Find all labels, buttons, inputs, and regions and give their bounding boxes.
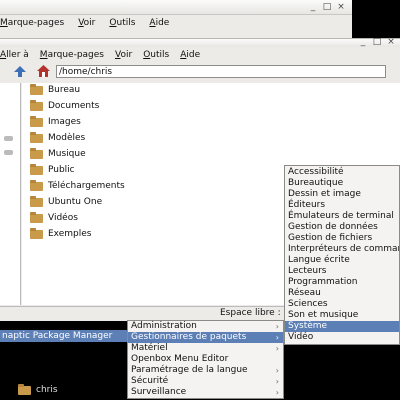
menu-item-programmation[interactable]: Programmation <box>285 277 399 288</box>
up-arrow-icon[interactable] <box>14 66 26 77</box>
menu-outils[interactable]: Outils <box>109 18 135 28</box>
taskbar-label: naptic Package Manager <box>2 331 113 341</box>
menu-voir[interactable]: Voir <box>78 18 95 28</box>
menu-aide[interactable]: Aide <box>149 18 169 28</box>
menu-aide[interactable]: Aide <box>180 50 200 60</box>
categories-menu: Accessibilité Bureautique Dessin et imag… <box>284 165 400 345</box>
menu-item-son-musique[interactable]: Son et musique <box>285 310 399 321</box>
eject-icon[interactable] <box>4 150 13 155</box>
background-window-titlebar: _ □ × <box>0 0 352 15</box>
desktop-folder[interactable]: chris <box>18 383 58 395</box>
folder-icon <box>30 83 43 95</box>
close-icon[interactable]: × <box>386 37 396 47</box>
taskbar-item[interactable]: naptic Package Manager <box>0 330 130 342</box>
menu-item-systeme[interactable]: Système <box>285 321 399 332</box>
menubar: Aller à Marque-pages Voir Outils Aide <box>0 47 200 62</box>
menu-item-surveillance[interactable]: Surveillance › <box>128 387 283 398</box>
menu-item-bureautique[interactable]: Bureautique <box>285 178 399 189</box>
chevron-right-icon: › <box>275 333 279 342</box>
folder-icon <box>30 147 43 159</box>
menu-item-interpreteurs[interactable]: Interpréteurs de commandes <box>285 244 399 255</box>
chevron-right-icon: › <box>275 388 279 397</box>
menu-item-openbox-menu-editor[interactable]: Openbox Menu Editor <box>128 354 283 365</box>
chevron-right-icon: › <box>275 344 279 353</box>
side-pane <box>0 83 21 305</box>
menu-outils[interactable]: Outils <box>143 50 169 60</box>
minimize-icon[interactable]: _ <box>308 2 318 12</box>
folder-icon <box>30 227 43 239</box>
home-icon[interactable] <box>37 65 50 77</box>
folder-icon <box>30 99 43 111</box>
menu-marque-pages[interactable]: Marque-pages <box>0 18 64 28</box>
menu-item-reseau[interactable]: Réseau <box>285 288 399 299</box>
close-icon[interactable]: × <box>336 2 346 12</box>
list-item[interactable]: Images <box>30 115 81 128</box>
list-item[interactable]: Téléchargements <box>30 179 125 192</box>
menu-aller-a[interactable]: Aller à <box>0 50 29 60</box>
folder-icon <box>30 115 43 127</box>
menu-item-sciences[interactable]: Sciences <box>285 299 399 310</box>
menu-item-dessin-image[interactable]: Dessin et image <box>285 189 399 200</box>
location-path[interactable]: /home/chris <box>59 67 112 77</box>
folder-icon <box>30 179 43 191</box>
menu-item-langue-ecrite[interactable]: Langue écrite <box>285 255 399 266</box>
chevron-right-icon: › <box>275 322 279 331</box>
minimize-icon[interactable]: _ <box>358 37 368 47</box>
menu-item-emulateurs-terminal[interactable]: Émulateurs de terminal <box>285 211 399 222</box>
desktop-folder-label: chris <box>36 385 58 395</box>
toolbar: /home/chris <box>0 63 400 81</box>
maximize-icon[interactable]: □ <box>372 37 382 47</box>
free-space-label: Espace libre : <box>220 308 281 318</box>
menu-item-editeurs[interactable]: Éditeurs <box>285 200 399 211</box>
menu-item-gestionnaires-de-paquets[interactable]: Gestionnaires de paquets › <box>128 332 283 343</box>
applications-menu: Administration › Gestionnaires de paquets… <box>127 320 284 399</box>
menu-item-materiel[interactable]: Matériel › <box>128 343 283 354</box>
menu-item-accessibilite[interactable]: Accessibilité <box>285 167 399 178</box>
list-item[interactable]: Exemples <box>30 227 91 240</box>
eject-icon[interactable] <box>4 136 13 141</box>
menu-item-lecteurs[interactable]: Lecteurs <box>285 266 399 277</box>
folder-icon <box>18 383 31 395</box>
maximize-icon[interactable]: □ <box>322 2 332 12</box>
folder-icon <box>30 163 43 175</box>
list-item[interactable]: Ubuntu One <box>30 195 102 208</box>
menu-marque-pages[interactable]: Marque-pages <box>40 50 104 60</box>
menu-item-video[interactable]: Vidéo <box>285 332 399 343</box>
list-item[interactable]: Modèles <box>30 131 85 144</box>
menu-voir[interactable]: Voir <box>115 50 132 60</box>
menu-item-securite[interactable]: Sécurité › <box>128 376 283 387</box>
list-item[interactable]: Vidéos <box>30 211 78 224</box>
menu-item-gestion-fichiers[interactable]: Gestion de fichiers <box>285 233 399 244</box>
chevron-right-icon: › <box>275 377 279 386</box>
list-item[interactable]: Public <box>30 163 75 176</box>
list-item[interactable]: Musique <box>30 147 86 160</box>
window-titlebar: _ □ × <box>0 37 400 47</box>
folder-icon <box>30 131 43 143</box>
background-menubar: Marque-pages Voir Outils Aide <box>0 15 169 31</box>
list-item[interactable]: Documents <box>30 99 99 112</box>
menu-item-administration[interactable]: Administration › <box>128 321 283 332</box>
list-item[interactable]: Bureau <box>30 83 80 96</box>
background-window: _ □ × Marque-pages Voir Outils Aide <box>0 0 352 41</box>
folder-icon <box>30 195 43 207</box>
menu-item-parametrage-langue[interactable]: Paramétrage de la langue › <box>128 365 283 376</box>
menu-item-gestion-donnees[interactable]: Gestion de données <box>285 222 399 233</box>
location-bar[interactable]: /home/chris <box>56 65 386 78</box>
folder-icon <box>30 211 43 223</box>
chevron-right-icon: › <box>275 366 279 375</box>
